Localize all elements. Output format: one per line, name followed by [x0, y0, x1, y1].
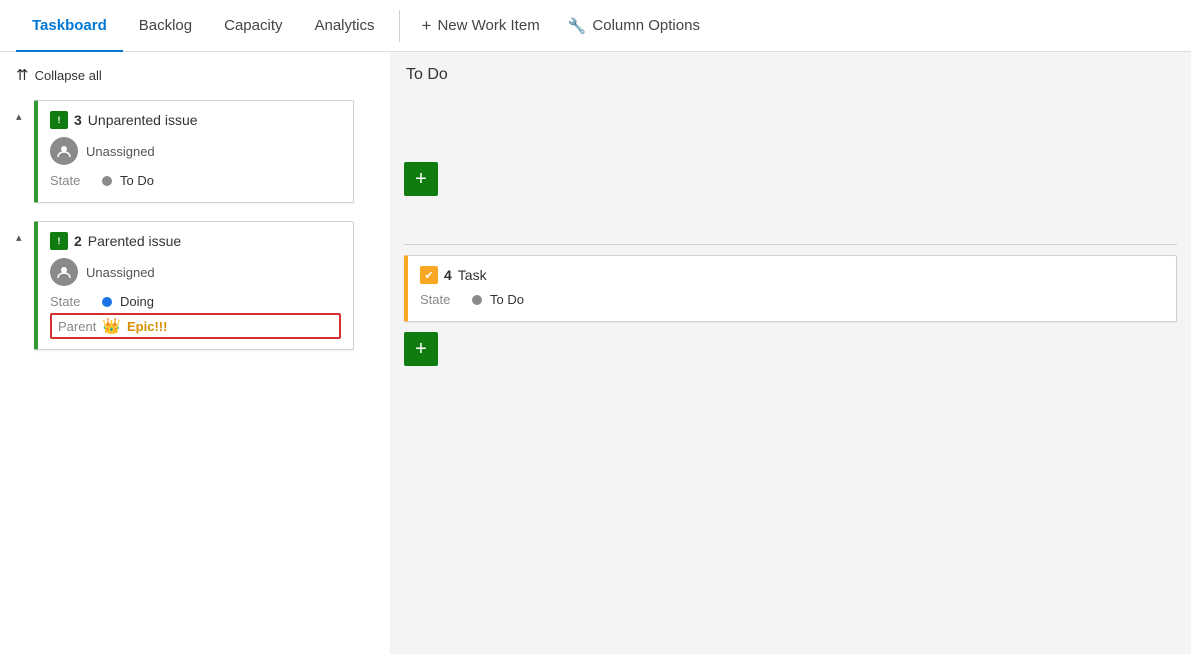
- task-icon-1: ✔: [420, 266, 438, 284]
- tab-taskboard[interactable]: Taskboard: [16, 0, 123, 52]
- tab-analytics[interactable]: Analytics: [298, 0, 390, 52]
- right-panel: To Do + ✔ 4 Task State: [390, 52, 1191, 654]
- tab-capacity[interactable]: Capacity: [208, 0, 298, 52]
- card-title-row-1: ! 3 Unparented issue: [50, 111, 341, 129]
- collapse-all-icon: ⇈: [16, 66, 29, 84]
- assignee-row-2: Unassigned: [50, 258, 341, 286]
- column-section-1: +: [390, 94, 1191, 244]
- group-arrow-2[interactable]: ▴: [16, 231, 34, 244]
- parent-row-2: Parent 👑 Epic!!!: [50, 313, 341, 339]
- avatar-1: [50, 137, 78, 165]
- new-work-item-button[interactable]: + New Work Item: [408, 0, 554, 52]
- state-row-2: State Doing: [50, 294, 341, 309]
- card-title-row-2: ! 2 Parented issue: [50, 232, 341, 250]
- column-options-button[interactable]: 🔧 Column Options: [554, 0, 714, 52]
- issue-icon-2: !: [50, 232, 68, 250]
- task-state-dot: [472, 295, 482, 305]
- left-panel: ⇈ Collapse all ▴ ! 3 Unparented issue: [0, 52, 390, 654]
- column-header: To Do: [390, 52, 1191, 94]
- add-task-button-2[interactable]: +: [404, 332, 438, 366]
- task-card-title-row: ✔ 4 Task: [420, 266, 1164, 284]
- main-content: ⇈ Collapse all ▴ ! 3 Unparented issue: [0, 52, 1191, 654]
- work-item-card-2: ! 2 Parented issue Unassigned State: [34, 221, 354, 350]
- crown-icon: 👑: [102, 317, 121, 335]
- issue-icon-1: !: [50, 111, 68, 129]
- assignee-row-1: Unassigned: [50, 137, 341, 165]
- state-dot-1: [102, 176, 112, 186]
- work-item-card-1: ! 3 Unparented issue Unassigned Sta: [34, 100, 354, 203]
- group-row-1: ▴ ! 3 Unparented issue U: [16, 100, 390, 203]
- top-nav: Taskboard Backlog Capacity Analytics + N…: [0, 0, 1191, 52]
- avatar-2: [50, 258, 78, 286]
- state-row-1: State To Do: [50, 173, 341, 188]
- add-icon-1: +: [415, 168, 427, 191]
- add-task-button-1[interactable]: +: [404, 162, 438, 196]
- plus-icon: +: [422, 16, 432, 36]
- nav-divider: [399, 10, 400, 42]
- state-dot-2: [102, 297, 112, 307]
- group-arrow-1[interactable]: ▴: [16, 110, 34, 123]
- add-icon-2: +: [415, 338, 427, 361]
- task-state-row: State To Do: [420, 292, 1164, 307]
- section-spacer-1: [404, 94, 1177, 154]
- column-section-2: ✔ 4 Task State To Do +: [390, 255, 1191, 405]
- tab-backlog[interactable]: Backlog: [123, 0, 208, 52]
- group-row-2: ▴ ! 2 Parented issue Una: [16, 221, 390, 350]
- wrench-icon: 🔧: [568, 17, 587, 35]
- task-card-1: ✔ 4 Task State To Do: [404, 255, 1177, 322]
- collapse-all-button[interactable]: ⇈ Collapse all: [16, 64, 390, 86]
- column-divider: [404, 244, 1177, 245]
